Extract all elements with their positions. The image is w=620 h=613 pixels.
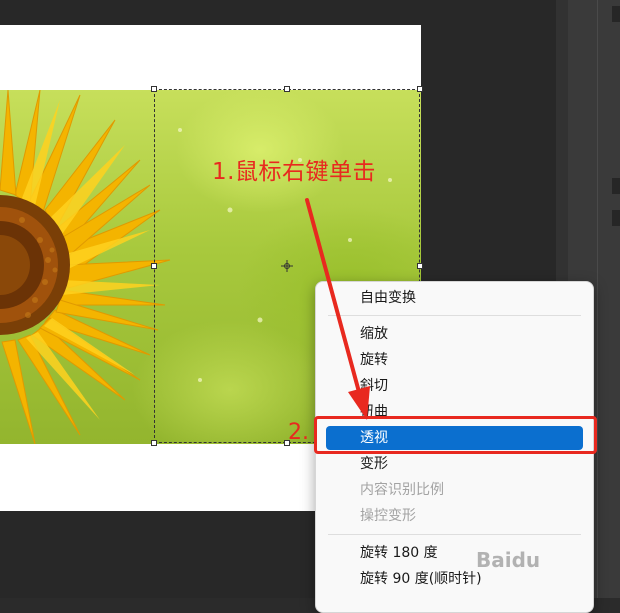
menu-separator (328, 534, 581, 535)
menu-item-puppet-warp: 操控变形 (360, 508, 416, 524)
menu-item-skew[interactable]: 斜切 (316, 374, 593, 398)
panel-tab[interactable] (612, 6, 620, 22)
transform-handle-top-left[interactable] (151, 86, 157, 92)
transform-handle-middle-left[interactable] (151, 263, 157, 269)
menu-item-rotate-180[interactable]: 旋转 180 度 (316, 541, 593, 565)
panel-tab[interactable] (612, 178, 620, 194)
menu-item-warp[interactable]: 变形 (316, 452, 593, 476)
watermark-logo: Baidu (476, 548, 541, 572)
menu-item-scale[interactable]: 缩放 (316, 322, 593, 346)
menu-item-rotate-90-cw[interactable]: 旋转 90 度(顺时针) (316, 567, 593, 591)
menu-item-content-aware-scale: 内容识别比例 (360, 482, 444, 498)
panel-tab[interactable] (612, 210, 620, 226)
annotation-step1: 1.鼠标右键单击 (212, 159, 376, 185)
transform-handle-middle-right[interactable] (417, 263, 423, 269)
pivot-point-icon[interactable] (281, 260, 293, 272)
menu-separator (328, 315, 581, 316)
annotation-step2: 2. (288, 420, 309, 445)
transform-handle-bottom-left[interactable] (151, 440, 157, 446)
panel-divider (597, 0, 598, 598)
menu-item-rotate[interactable]: 旋转 (316, 348, 593, 372)
transform-handle-top-right[interactable] (417, 86, 423, 92)
menu-item-free-transform[interactable]: 自由变换 (316, 286, 593, 310)
transform-handle-top-center[interactable] (284, 86, 290, 92)
annotation-highlight-box (314, 416, 597, 454)
